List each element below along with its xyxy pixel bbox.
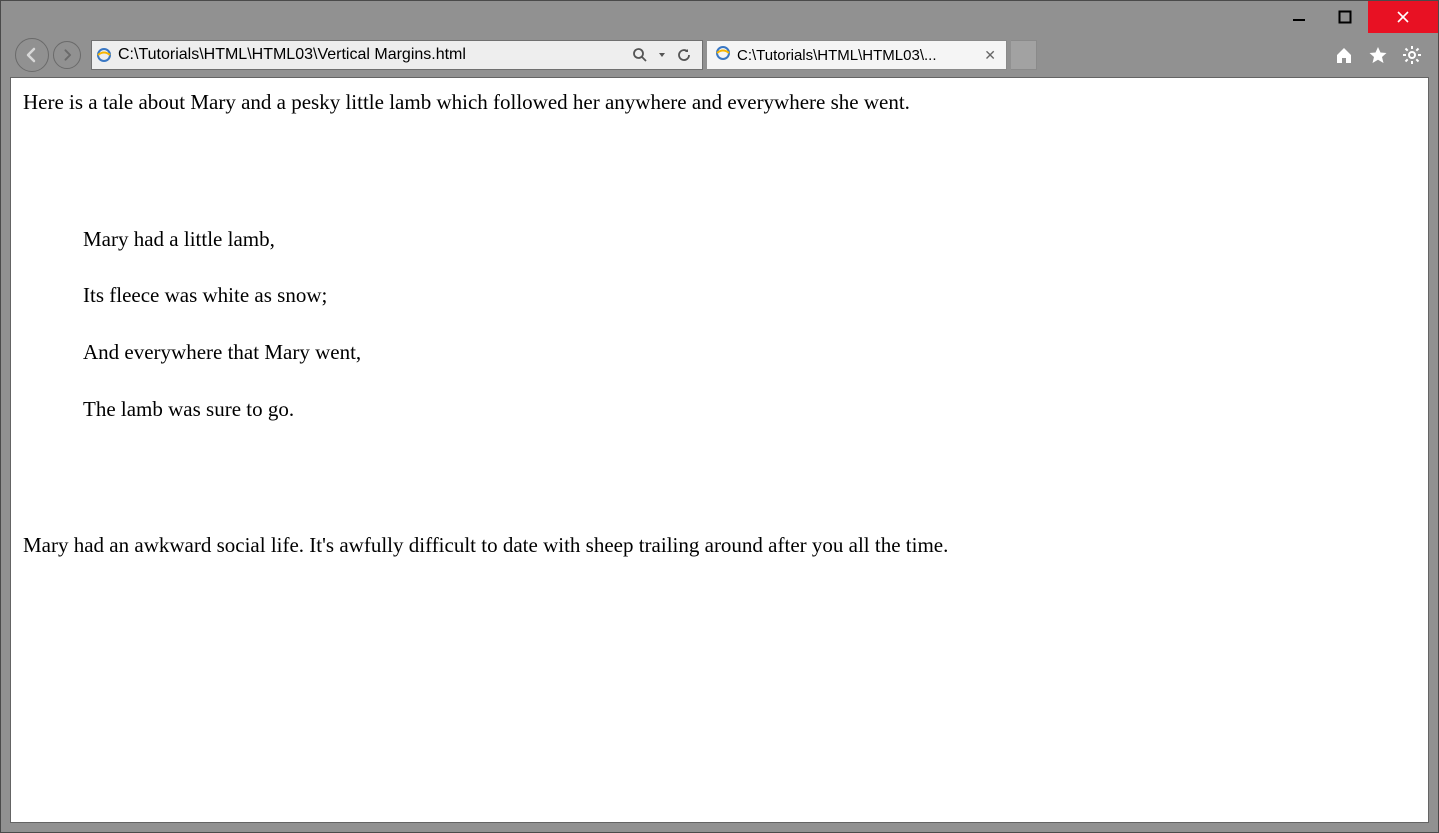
- ie-page-icon: [715, 45, 731, 66]
- tools-icon[interactable]: [1402, 45, 1422, 65]
- back-button[interactable]: [15, 38, 49, 72]
- viewport-wrap: Here is a tale about Mary and a pesky li…: [1, 77, 1438, 832]
- ie-window: C:\Tutorials\HTML\HTML03\Vertical Margin…: [0, 0, 1439, 833]
- close-button[interactable]: [1368, 1, 1438, 33]
- poem-line: Mary had a little lamb,: [83, 225, 1416, 253]
- poem-line: And everywhere that Mary went,: [83, 338, 1416, 366]
- tab-close-icon[interactable]: ✕: [982, 47, 998, 64]
- home-icon[interactable]: [1334, 45, 1354, 65]
- minimize-button[interactable]: [1276, 1, 1322, 33]
- poem-line: Its fleece was white as snow;: [83, 281, 1416, 309]
- compat-dropdown-icon[interactable]: [658, 51, 666, 59]
- poem-block: Mary had a little lamb, Its fleece was w…: [83, 196, 1416, 451]
- search-icon[interactable]: [632, 47, 648, 63]
- address-bar-tools: [622, 47, 702, 63]
- poem-line: The lamb was sure to go.: [83, 395, 1416, 423]
- browser-chrome: C:\Tutorials\HTML\HTML03\Vertical Margin…: [1, 33, 1438, 77]
- new-tab-button[interactable]: [1011, 40, 1037, 70]
- intro-paragraph: Here is a tale about Mary and a pesky li…: [23, 88, 1416, 116]
- favorites-icon[interactable]: [1368, 45, 1388, 65]
- tab-title: C:\Tutorials\HTML\HTML03\...: [737, 47, 976, 64]
- command-bar: [1334, 45, 1432, 65]
- address-bar-text: C:\Tutorials\HTML\HTML03\Vertical Margin…: [116, 46, 622, 64]
- maximize-button[interactable]: [1322, 1, 1368, 33]
- outro-paragraph: Mary had an awkward social life. It's aw…: [23, 531, 1416, 559]
- window-titlebar: [1, 1, 1438, 33]
- address-bar[interactable]: C:\Tutorials\HTML\HTML03\Vertical Margin…: [91, 40, 703, 70]
- forward-button[interactable]: [53, 41, 81, 69]
- browser-tab[interactable]: C:\Tutorials\HTML\HTML03\... ✕: [707, 40, 1007, 70]
- ie-page-icon: [92, 47, 116, 63]
- refresh-icon[interactable]: [676, 47, 692, 63]
- page-viewport[interactable]: Here is a tale about Mary and a pesky li…: [10, 77, 1429, 823]
